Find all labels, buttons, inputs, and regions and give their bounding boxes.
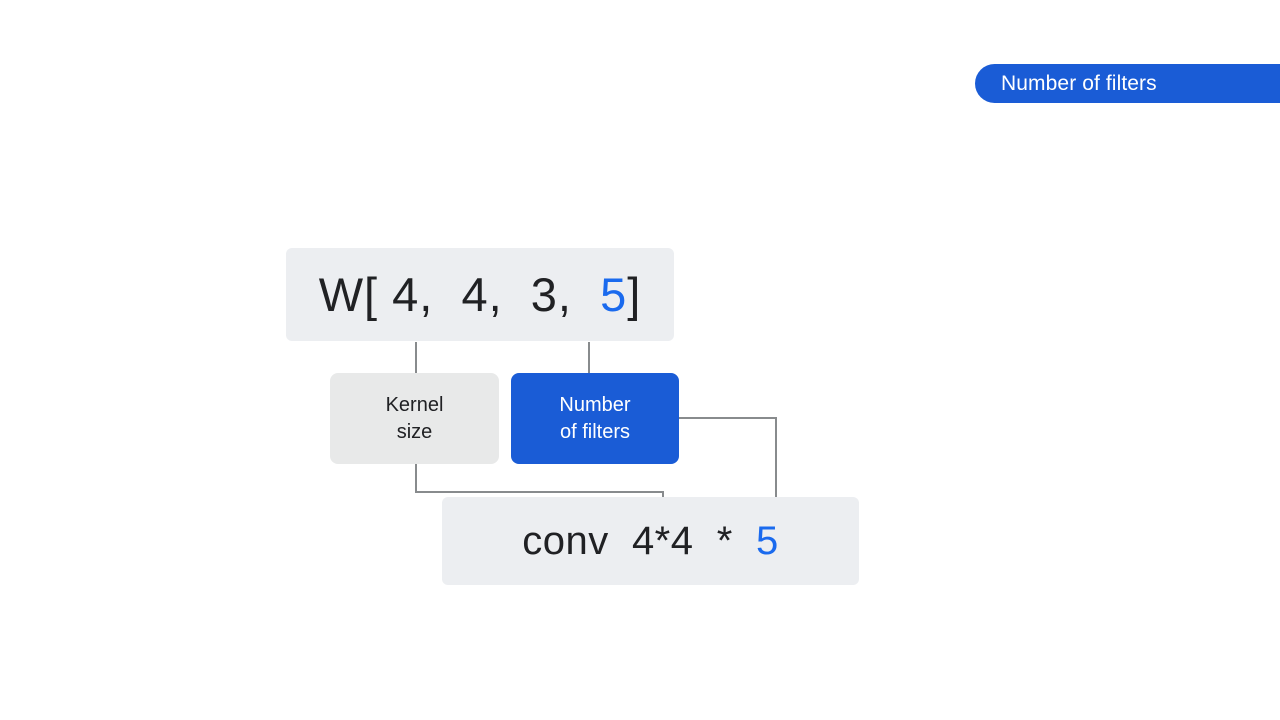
formula-suffix: ] [627,268,642,321]
formula-prefix: W[ 4, 4, 3, [318,268,601,321]
connector-filters-to-conv [679,417,777,509]
label-box-kernel-size[interactable]: Kernel size [330,373,499,464]
conv-prefix: conv 4*4 * [522,519,757,563]
filters-label-line-2: of filters [559,420,631,443]
conv-layer-text: conv 4*4 * 5 [522,521,779,561]
filters-label-line-1: Number [559,394,631,417]
formula-highlight-filters: 5 [600,268,628,321]
label-box-number-of-filters[interactable]: Number of filters [511,373,679,464]
weight-shape-formula-box: W[ 4, 4, 3, 5] [286,248,674,341]
kernel-label-line-1: Kernel [385,394,444,417]
kernel-label-line-2: size [396,420,433,443]
connector-lines [415,342,777,509]
conv-highlight-filters: 5 [756,519,779,563]
weight-shape-formula-text: W[ 4, 4, 3, 5] [319,271,642,318]
slide-canvas: Number of filters W[ 4, 4, 3, 5] Kernel … [0,0,1280,720]
callout-pill-number-of-filters[interactable]: Number of filters [975,64,1280,103]
callout-pill-label: Number of filters [1001,72,1157,95]
conv-layer-box: conv 4*4 * 5 [442,497,859,585]
